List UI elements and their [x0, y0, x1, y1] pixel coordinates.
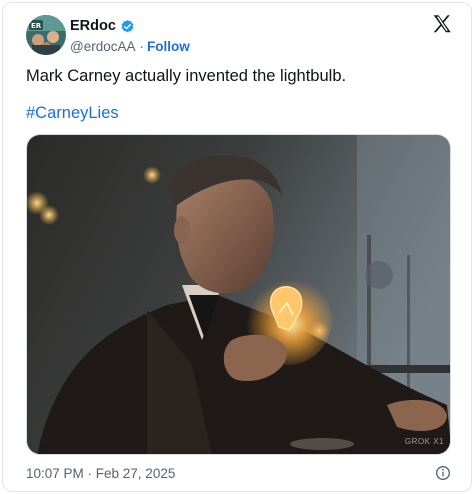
- media-watermark: GROK X1: [404, 437, 444, 446]
- x-logo-icon[interactable]: [431, 13, 453, 35]
- verified-badge-icon: [121, 19, 134, 32]
- hashtag-link[interactable]: #CarneyLies: [26, 104, 119, 123]
- svg-text:ER: ER: [31, 22, 42, 30]
- display-name[interactable]: ERdoc: [70, 18, 116, 34]
- tweet-card: ER ERdoc @erdocAA · Follow Mark Carney a…: [2, 2, 472, 492]
- avatar[interactable]: ER: [26, 15, 66, 55]
- timestamp[interactable]: 10:07 PM · Feb 27, 2025: [26, 466, 175, 481]
- handle[interactable]: @erdocAA: [70, 39, 135, 54]
- tweet-text: Mark Carney actually invented the lightb…: [26, 67, 347, 85]
- separator: ·: [139, 39, 144, 54]
- follow-button[interactable]: Follow: [147, 39, 190, 54]
- tweet-image[interactable]: GROK X1: [26, 134, 451, 455]
- info-icon[interactable]: [435, 465, 451, 481]
- author-info: ERdoc @erdocAA · Follow: [70, 17, 190, 54]
- lightbulb-portrait-illustration: [27, 135, 450, 454]
